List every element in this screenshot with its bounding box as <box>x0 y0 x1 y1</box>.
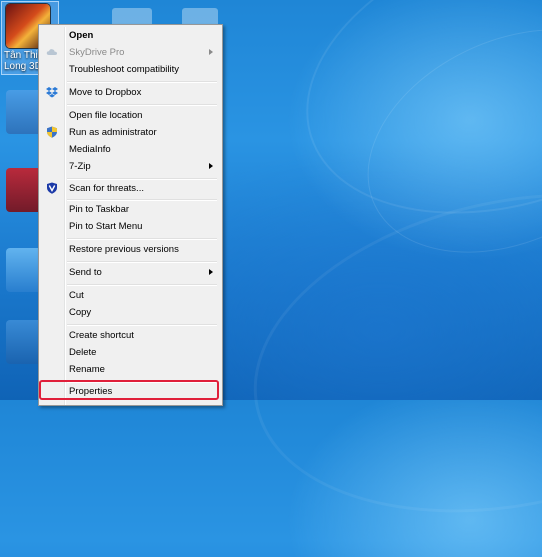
menu-separator <box>67 261 217 263</box>
menu-item-label: Send to <box>69 267 102 278</box>
menu-item-label: Rename <box>69 364 105 375</box>
menu-item-label: Create shortcut <box>69 330 134 341</box>
menu-item-rename[interactable]: Rename <box>41 361 220 378</box>
menu-item-run-as-administrator[interactable]: Run as administrator <box>41 124 220 141</box>
menu-item-label: Copy <box>69 307 92 318</box>
menu-item-label: Scan for threats... <box>69 183 144 194</box>
menu-item-label: Pin to Taskbar <box>69 204 130 215</box>
dropbox-icon <box>46 87 58 98</box>
menu-item-cut[interactable]: Cut <box>41 287 220 304</box>
menu-item-send-to[interactable]: Send to <box>41 264 220 281</box>
context-menu: Open SkyDrive Pro Troubleshoot compatibi… <box>38 24 223 406</box>
antivirus-shield-icon <box>47 182 57 194</box>
menu-item-restore-previous-versions[interactable]: Restore previous versions <box>41 241 220 258</box>
menu-item-label: Properties <box>69 386 113 397</box>
menu-item-label: 7-Zip <box>69 161 91 172</box>
menu-separator <box>67 81 217 83</box>
menu-item-7zip[interactable]: 7-Zip <box>41 158 220 175</box>
menu-item-move-to-dropbox[interactable]: Move to Dropbox <box>41 84 220 101</box>
menu-item-label: Troubleshoot compatibility <box>69 64 180 75</box>
menu-item-label: Delete <box>69 347 97 358</box>
menu-item-mediainfo[interactable]: MediaInfo <box>41 141 220 158</box>
menu-item-copy[interactable]: Copy <box>41 304 220 321</box>
menu-item-troubleshoot-compatibility[interactable]: Troubleshoot compatibility <box>41 61 220 78</box>
menu-item-delete[interactable]: Delete <box>41 344 220 361</box>
menu-item-skydrive-pro[interactable]: SkyDrive Pro <box>41 44 220 61</box>
menu-separator <box>67 324 217 326</box>
menu-item-label: Open <box>69 30 94 41</box>
submenu-arrow-icon <box>209 269 213 275</box>
menu-item-label: Restore previous versions <box>69 244 179 255</box>
menu-item-pin-to-start-menu[interactable]: Pin to Start Menu <box>41 218 220 235</box>
wallpaper-streak <box>269 0 542 264</box>
menu-item-label: Pin to Start Menu <box>69 221 143 232</box>
menu-item-properties[interactable]: Properties <box>41 383 220 400</box>
menu-separator <box>67 104 217 106</box>
menu-item-open[interactable]: Open <box>41 27 220 44</box>
cloud-icon <box>46 49 57 55</box>
submenu-arrow-icon <box>209 163 213 169</box>
menu-item-scan-for-threats[interactable]: Scan for threats... <box>41 180 220 197</box>
wallpaper-streak <box>331 0 542 297</box>
menu-item-create-shortcut[interactable]: Create shortcut <box>41 327 220 344</box>
menu-item-open-file-location[interactable]: Open file location <box>41 107 220 124</box>
wallpaper-streak <box>223 148 542 557</box>
menu-item-label: Cut <box>69 290 84 301</box>
menu-separator <box>67 284 217 286</box>
menu-item-label: Run as administrator <box>69 127 157 138</box>
menu-item-pin-to-taskbar[interactable]: Pin to Taskbar <box>41 201 220 218</box>
menu-item-label: Open file location <box>69 110 143 121</box>
menu-item-label: MediaInfo <box>69 144 111 155</box>
submenu-arrow-icon <box>209 49 213 55</box>
menu-item-label: Move to Dropbox <box>69 87 142 98</box>
menu-item-label: SkyDrive Pro <box>69 47 125 58</box>
uac-shield-icon <box>47 126 57 138</box>
menu-separator <box>67 238 217 240</box>
